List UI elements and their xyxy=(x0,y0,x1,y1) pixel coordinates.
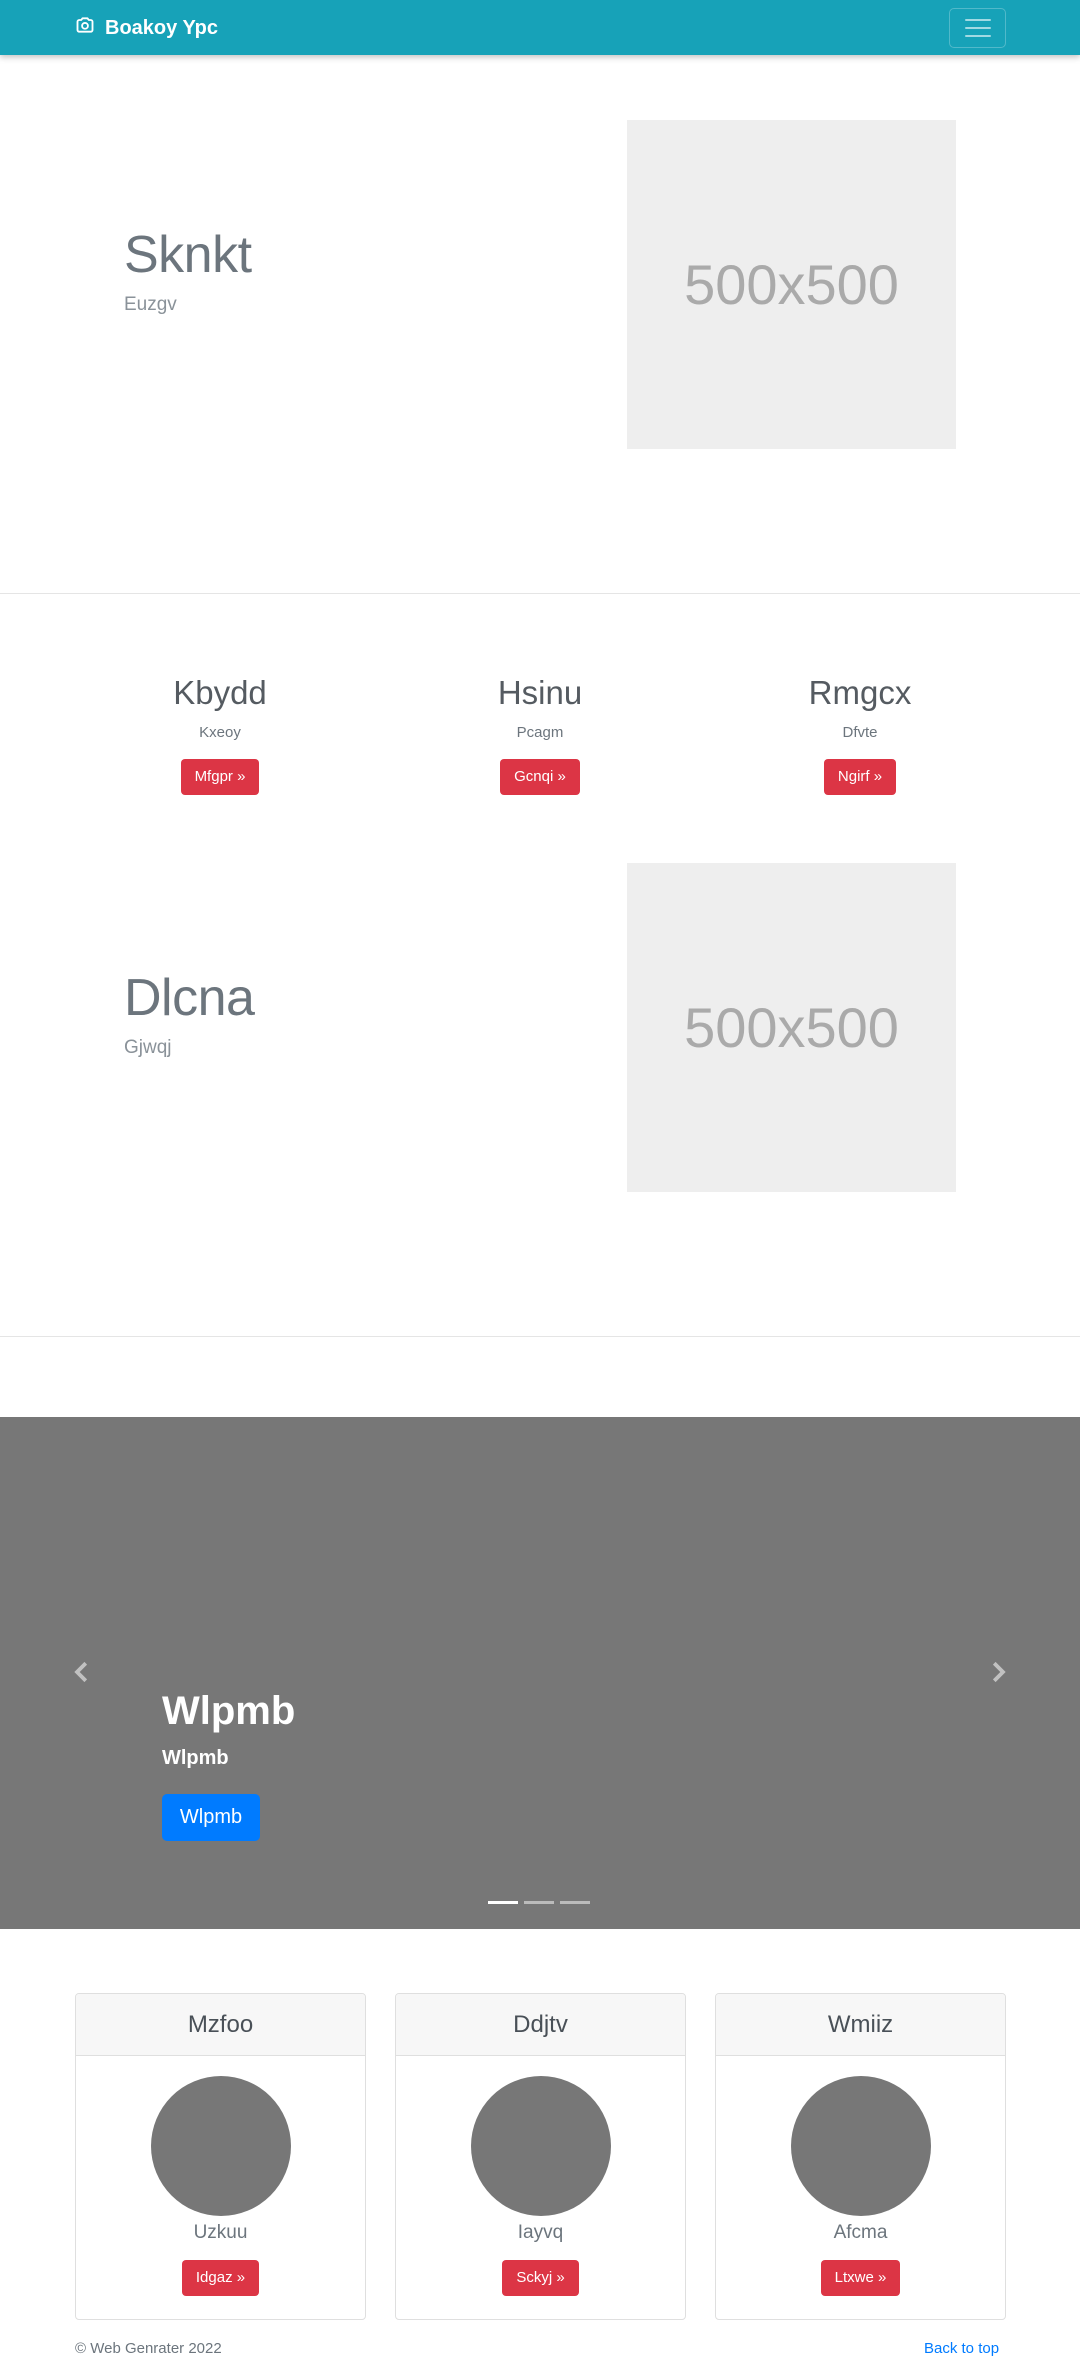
carousel-caption-text: Wlpmb xyxy=(162,1747,229,1769)
hamburger-icon xyxy=(964,19,991,21)
card-2: Ddjtv Iayvq Sckyj » xyxy=(395,1993,686,2320)
card-button[interactable]: Idgaz » xyxy=(181,2260,260,2296)
back-to-top-link[interactable]: Back to top xyxy=(924,2340,999,2357)
column-text: Pcagm xyxy=(516,724,564,741)
card-text: Afcma xyxy=(833,2222,888,2243)
card-header: Ddjtv xyxy=(396,1994,685,2056)
column-2: Hsinu Pcagm Gcnqi » xyxy=(390,674,690,795)
carousel-caption-title: Wlpmb xyxy=(162,1689,296,1733)
card-button[interactable]: Ltxwe » xyxy=(820,2260,901,2296)
card-header: Wmiiz xyxy=(716,1994,1005,2056)
carousel-indicator[interactable] xyxy=(488,1901,518,1904)
avatar xyxy=(150,2076,291,2216)
brand-label: Boakoy Ypc xyxy=(105,16,219,39)
feature-heading: Dlcna xyxy=(124,969,255,1027)
column-text: Kxeoy xyxy=(199,724,241,741)
carousel-indicator[interactable] xyxy=(560,1901,590,1904)
column-title: Hsinu xyxy=(497,674,583,711)
card-1: Mzfoo Uzkuu Idgaz » xyxy=(75,1993,366,2320)
section-divider xyxy=(0,593,1080,594)
camera-icon xyxy=(75,15,95,41)
navbar: Boakoy Ypc xyxy=(0,0,1080,55)
carousel-indicators xyxy=(488,1901,590,1904)
column-1: Kbydd Kxeoy Mfgpr » xyxy=(70,674,370,795)
chevron-left-icon[interactable] xyxy=(67,1657,97,1687)
feature-lead: Euzgv xyxy=(124,294,177,315)
column-title: Rmgcx xyxy=(808,674,912,711)
avatar xyxy=(470,2076,611,2216)
footer-copyright: © Web Genrater 2022 xyxy=(75,2340,222,2357)
hamburger-icon-line xyxy=(964,27,991,29)
placeholder-label: 500x500 xyxy=(684,253,899,316)
carousel: Wlpmb Wlpmb Wlpmb xyxy=(0,1417,1080,1929)
avatar xyxy=(790,2076,931,2216)
card-button[interactable]: Sckyj » xyxy=(502,2260,579,2296)
card-3: Wmiiz Afcma Ltxwe » xyxy=(715,1993,1006,2320)
feature-lead: Gjwqj xyxy=(124,1037,172,1058)
navbar-brand[interactable]: Boakoy Ypc xyxy=(75,14,218,42)
chevron-right-icon[interactable] xyxy=(983,1657,1013,1687)
navbar-toggler[interactable] xyxy=(949,8,1006,48)
carousel-button[interactable]: Wlpmb xyxy=(162,1794,260,1841)
feature-image-placeholder: 500x500 xyxy=(627,120,956,449)
card-header: Mzfoo xyxy=(76,1994,365,2056)
column-text: Dfvte xyxy=(842,724,878,741)
placeholder-label: 500x500 xyxy=(684,996,899,1059)
section-divider xyxy=(0,1336,1080,1337)
hamburger-icon-line xyxy=(964,35,991,37)
feature-image-placeholder: 500x500 xyxy=(627,863,956,1192)
column-title: Kbydd xyxy=(173,674,267,711)
column-3: Rmgcx Dfvte Ngirf » xyxy=(710,674,1010,795)
carousel-indicator[interactable] xyxy=(524,1901,554,1904)
column-button[interactable]: Ngirf » xyxy=(823,759,897,795)
column-button[interactable]: Gcnqi » xyxy=(500,759,580,795)
page: Boakoy Ypc Sknkt Euzgv 500x500 Kbydd Kxe… xyxy=(0,0,1080,2361)
card-text: Uzkuu xyxy=(193,2222,248,2243)
card-text: Iayvq xyxy=(517,2222,564,2243)
column-button[interactable]: Mfgpr » xyxy=(180,759,260,795)
feature-heading: Sknkt xyxy=(124,226,252,284)
